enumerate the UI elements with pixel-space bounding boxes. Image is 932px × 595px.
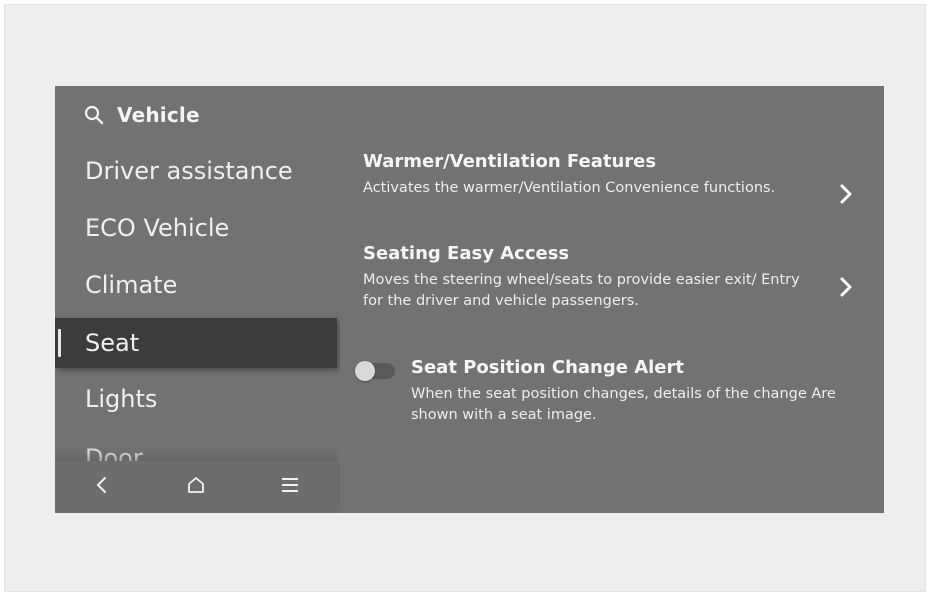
sidebar-item-label: ECO Vehicle (85, 214, 230, 242)
chevron-right-icon[interactable] (836, 181, 856, 207)
home-icon (186, 476, 206, 498)
setting-description: When the seat position changes, details … (411, 386, 836, 423)
chevron-right-icon[interactable] (836, 274, 856, 300)
bottom-nav (55, 461, 337, 513)
menu-button[interactable] (243, 461, 337, 513)
setting-seat-position-alert: Seat Position Change Alert When the seat… (355, 356, 878, 426)
setting-title: Warmer/Ventilation Features (363, 151, 657, 172)
back-icon (95, 476, 109, 498)
sidebar-item-eco-vehicle[interactable]: ECO Vehicle (55, 203, 337, 253)
back-button[interactable] (55, 461, 149, 513)
sidebar: Driver assistance ECO Vehicle Climate Se… (55, 142, 340, 513)
header: Vehicle (83, 100, 200, 130)
setting-description: Moves the steering wheel/seats to provid… (363, 272, 800, 309)
sidebar-item-lights[interactable]: Lights (55, 374, 337, 424)
setting-seating-easy-access[interactable]: Seating Easy Access Moves the steering w… (363, 242, 878, 312)
sidebar-item-driver-assistance[interactable]: Driver assistance (55, 146, 337, 196)
setting-title: Seat Position Change Alert (411, 357, 684, 378)
setting-description: Activates the warmer/Ventilation Conveni… (363, 180, 776, 196)
toggle-knob (355, 361, 375, 381)
setting-warmer-ventilation[interactable]: Warmer/Ventilation Features Activates th… (363, 150, 878, 204)
sidebar-item-label: Climate (85, 271, 178, 299)
home-button[interactable] (149, 461, 243, 513)
sidebar-item-label: Seat (85, 329, 140, 357)
sidebar-item-climate[interactable]: Climate (55, 260, 337, 310)
page-title: Vehicle (117, 103, 200, 127)
sidebar-item-seat[interactable]: Seat (55, 318, 337, 368)
setting-title: Seating Easy Access (363, 243, 570, 264)
sidebar-item-label: Lights (85, 385, 158, 413)
sidebar-item-label: Driver assistance (85, 157, 293, 185)
menu-icon (281, 477, 299, 497)
settings-screen: Vehicle Driver assistance ECO Vehicle Cl… (55, 86, 884, 513)
search-icon[interactable] (83, 104, 105, 126)
seat-position-alert-toggle[interactable] (355, 361, 395, 381)
